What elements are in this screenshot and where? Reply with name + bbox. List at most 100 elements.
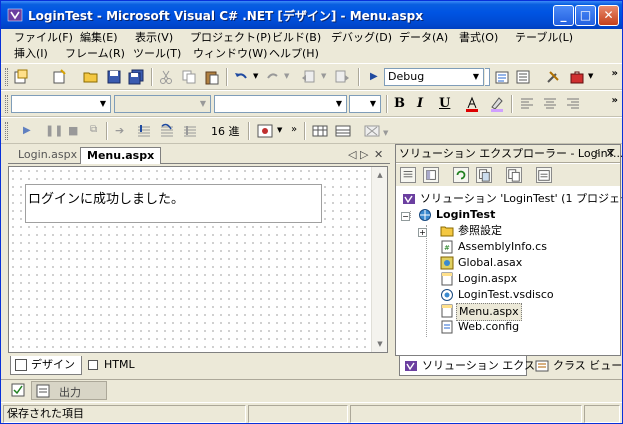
cut-icon[interactable]	[158, 69, 174, 85]
show-all-files-icon[interactable]	[476, 167, 492, 183]
close-panel-icon[interactable]: ✕	[606, 145, 615, 162]
redo-dropdown-icon[interactable]: ▼	[284, 72, 289, 80]
menu-format[interactable]: 書式(O)	[459, 29, 498, 45]
properties-icon[interactable]	[536, 167, 552, 183]
menu-data[interactable]: データ(A)	[399, 29, 448, 45]
navigate-forward-icon[interactable]	[334, 69, 350, 85]
start-debug-icon[interactable]: ▶	[370, 71, 378, 82]
copy-project-icon[interactable]	[506, 167, 522, 183]
toolbar-grip[interactable]	[5, 68, 8, 86]
tab-scroll-right-icon[interactable]: ▷	[360, 148, 368, 161]
add-item-icon[interactable]	[51, 69, 67, 85]
underline-icon[interactable]: U	[439, 96, 450, 111]
copy-icon[interactable]	[181, 69, 197, 85]
block-format-dropdown[interactable]: ▼	[11, 95, 111, 113]
menu-tools[interactable]: ツール(T)	[133, 45, 181, 61]
bold-icon[interactable]: B	[394, 96, 405, 111]
toolbar-grip[interactable]	[5, 95, 8, 113]
menu-edit[interactable]: 編集(E)	[80, 29, 118, 45]
close-document-icon[interactable]: ✕	[374, 148, 383, 161]
solution-config-dropdown[interactable]: Debug ▼	[384, 68, 484, 86]
align-left-icon[interactable]	[519, 96, 535, 112]
task-list-icon[interactable]	[11, 383, 25, 397]
minimize-button[interactable]: _	[553, 5, 574, 26]
solution-explorer-icon[interactable]	[494, 69, 510, 85]
design-surface[interactable]: ログインに成功しました。 ▲ ▼	[8, 166, 388, 353]
step-out-icon[interactable]	[182, 123, 198, 139]
scroll-up-icon[interactable]: ▲	[373, 168, 387, 182]
tab-output[interactable]: 出力	[31, 381, 107, 400]
new-project-icon[interactable]	[13, 69, 29, 85]
font-name-dropdown[interactable]: ▼	[114, 95, 211, 113]
menu-frame[interactable]: フレーム(R)	[65, 45, 125, 61]
tools-icon[interactable]	[545, 69, 561, 85]
stop-icon[interactable]: ■	[68, 124, 78, 137]
insert-table-icon[interactable]	[312, 123, 328, 139]
redo-icon[interactable]	[265, 69, 281, 85]
save-all-icon[interactable]	[128, 69, 144, 85]
continue-icon[interactable]: ▶	[23, 125, 31, 136]
tab-solution-explorer[interactable]: ソリューション エクス...	[399, 356, 545, 376]
menu-window[interactable]: ウィンドウ(W)	[193, 45, 267, 61]
restart-icon[interactable]: ⧉	[90, 124, 97, 135]
undo-dropdown-icon[interactable]: ▼	[253, 72, 258, 80]
menu-help[interactable]: ヘルプ(H)	[269, 45, 319, 61]
maximize-button[interactable]: □	[575, 5, 596, 26]
breakpoints-dropdown-icon[interactable]: ▼	[277, 126, 282, 134]
toolbar-overflow-icon[interactable]: »	[291, 124, 297, 135]
menu-insert[interactable]: 挿入(I)	[14, 45, 48, 61]
menu-build[interactable]: ビルド(B)	[272, 29, 321, 45]
hexadecimal-toggle[interactable]: 16 進	[211, 123, 240, 139]
toolbar-overflow-icon[interactable]: »	[612, 95, 618, 106]
save-icon[interactable]	[106, 69, 122, 85]
show-next-statement-icon[interactable]: ➔	[115, 124, 124, 137]
open-folder-icon[interactable]	[83, 69, 99, 85]
collapse-project-icon[interactable]: −	[401, 212, 410, 221]
font-color-icon[interactable]	[464, 96, 480, 112]
view-designer-icon[interactable]	[423, 167, 439, 183]
paste-icon[interactable]	[204, 69, 220, 85]
align-right-icon[interactable]	[565, 96, 581, 112]
tab-html-view[interactable]: HTML	[84, 356, 141, 375]
menu-table[interactable]: テーブル(L)	[515, 29, 573, 45]
menu-file[interactable]: ファイル(F)	[14, 29, 73, 45]
properties-icon[interactable]	[515, 69, 531, 85]
italic-icon[interactable]: I	[417, 96, 423, 111]
navigate-backward-icon[interactable]	[301, 69, 317, 85]
scroll-down-icon[interactable]: ▼	[373, 337, 387, 351]
label-control[interactable]: ログインに成功しました。	[25, 184, 322, 223]
menu-view[interactable]: 表示(V)	[135, 29, 173, 45]
align-center-icon[interactable]	[542, 96, 558, 112]
delete-table-dropdown-icon[interactable]: ▼	[383, 129, 388, 137]
highlight-color-icon[interactable]	[489, 96, 505, 112]
delete-table-icon[interactable]	[364, 123, 380, 139]
close-button[interactable]: ✕	[598, 5, 619, 26]
menu-debug[interactable]: デバッグ(D)	[331, 29, 392, 45]
font-family-dropdown[interactable]: ▼	[214, 95, 347, 113]
pin-icon[interactable]: ᵖ	[595, 145, 600, 162]
step-into-icon[interactable]	[136, 123, 152, 139]
title-bar[interactable]: LoginTest - Microsoft Visual C# .NET [デザ…	[1, 1, 622, 29]
tab-scroll-left-icon[interactable]: ◁	[348, 148, 356, 161]
toolbox-dropdown-icon[interactable]: ▼	[588, 72, 593, 80]
toolbar-overflow-icon[interactable]: »	[612, 68, 618, 79]
vertical-scrollbar[interactable]: ▲ ▼	[371, 167, 387, 352]
menu-project[interactable]: プロジェクト(P)	[190, 29, 271, 45]
tab-design-view[interactable]: デザイン	[10, 356, 82, 375]
step-over-icon[interactable]	[159, 123, 175, 139]
breakpoints-window-icon[interactable]	[257, 123, 273, 139]
tab-login-aspx[interactable]: Login.aspx	[12, 147, 83, 164]
toolbox-icon[interactable]	[569, 69, 585, 85]
expand-references-icon[interactable]: +	[418, 228, 427, 237]
insert-rows-icon[interactable]	[335, 123, 351, 139]
view-code-icon[interactable]	[400, 167, 416, 183]
toolbar-grip[interactable]	[5, 122, 8, 140]
tab-menu-aspx[interactable]: Menu.aspx	[80, 147, 162, 164]
solution-explorer-title-bar[interactable]: ソリューション エクスプローラー - LoginT... ᵖ ✕	[396, 145, 622, 163]
tab-class-view[interactable]: クラス ビュー	[531, 356, 622, 376]
font-size-dropdown[interactable]: ▼	[349, 95, 381, 113]
refresh-icon[interactable]	[453, 167, 469, 183]
undo-icon[interactable]	[233, 69, 249, 85]
pause-icon[interactable]: ❚❚	[45, 124, 63, 137]
navigate-backward-dropdown-icon[interactable]: ▼	[321, 72, 326, 80]
